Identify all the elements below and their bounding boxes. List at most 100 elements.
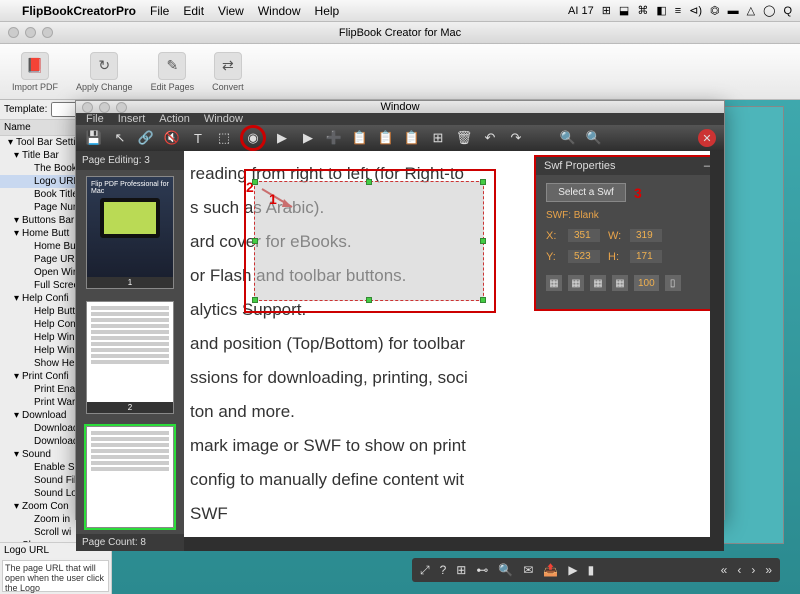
tray-flag-icon[interactable]: ▬ <box>728 5 739 17</box>
toolbar-button[interactable]: 🔇 <box>162 128 182 148</box>
editor-scrollbar-v[interactable] <box>710 151 724 551</box>
thumb-2[interactable]: 2 <box>86 301 174 414</box>
align-icon[interactable]: ▦ <box>612 275 628 291</box>
toolbar-button[interactable]: ⬚ <box>214 128 234 148</box>
swf-status: SWF: Blank <box>546 210 708 221</box>
tray-ai[interactable]: AI 17 <box>568 5 594 17</box>
toolbar-button[interactable]: 📋 <box>376 128 396 148</box>
editor-canvas[interactable]: reading from right to left (for Right-to… <box>184 151 724 551</box>
tray-icon[interactable]: △ <box>747 4 755 17</box>
mac-menubar: FlipBookCreatorPro File Edit View Window… <box>0 0 800 22</box>
swf-selection-box[interactable] <box>254 181 484 301</box>
swf-properties-panel: Swf Properties– Select a Swf3 SWF: Blank… <box>534 155 720 311</box>
stop-icon[interactable]: ▮ <box>588 563 595 577</box>
annotation-3: 3 <box>634 185 642 201</box>
toolbar-button[interactable]: 📋 <box>350 128 370 148</box>
toolbar-button[interactable]: 🔍 <box>584 128 604 148</box>
prop-h[interactable]: 171 <box>630 250 662 263</box>
editor-menu-action[interactable]: Action <box>159 113 190 125</box>
page-thumbnails-strip: Page Editing: 3 Flip PDF Professional fo… <box>76 151 184 551</box>
editor-titlebar[interactable]: Window <box>76 101 724 113</box>
tray-icon[interactable]: ◯ <box>763 4 775 17</box>
editor-menu-file[interactable]: File <box>86 113 104 125</box>
menu-view[interactable]: View <box>218 4 244 18</box>
toolbar-button[interactable]: ➕ <box>324 128 344 148</box>
ribbon-toolbar: 📕Import PDF ↻Apply Change ✎ Edit Pages ⇄ C… <box>0 44 800 100</box>
toolbar-button[interactable]: 📋 <box>402 128 422 148</box>
align-icon[interactable]: ▦ <box>546 275 562 291</box>
sound-icon[interactable]: ⊷ <box>476 563 488 577</box>
apply-change-button[interactable]: ↻Apply Change <box>76 52 133 92</box>
convert-icon: ⇄ <box>214 52 242 80</box>
prop-w[interactable]: 319 <box>630 229 662 242</box>
traffic-lights[interactable] <box>8 27 53 38</box>
toolbar-button[interactable]: ▶ <box>298 128 318 148</box>
menu-help[interactable]: Help <box>315 4 340 18</box>
window-title: FlipBook Creator for Mac <box>339 27 461 39</box>
prev-page-icon[interactable]: ‹ <box>737 563 741 577</box>
edit-icon: ✎ <box>158 52 186 80</box>
lock-icon[interactable]: ▯ <box>665 275 681 291</box>
toolbar-button[interactable]: T <box>188 128 208 148</box>
menu-window[interactable]: Window <box>258 4 301 18</box>
fullscreen-icon[interactable]: ⤢ <box>420 563 430 578</box>
menu-file[interactable]: File <box>150 4 169 18</box>
align-icon[interactable]: ▦ <box>568 275 584 291</box>
editor-toolbar: 💾 ↖ 🔗 🔇 T ⬚ ◉ ▶ ▶ ➕ 📋 📋 📋 ⊞ 🗑 ↶ ↷ 🔍 🔍 ✕ <box>76 125 724 151</box>
import-pdf-button[interactable]: 📕Import PDF <box>12 52 58 92</box>
toolbar-button[interactable]: 💾 <box>84 128 104 148</box>
tray-volume-icon[interactable]: ⊲) <box>689 4 702 17</box>
tray-icon[interactable]: ≡ <box>675 5 681 17</box>
tray-icon[interactable]: ◧ <box>656 4 666 17</box>
tray-icon[interactable]: ⬓ <box>619 4 629 17</box>
toolbar-close-icon[interactable]: ✕ <box>698 129 716 147</box>
align-icon[interactable]: ▦ <box>590 275 606 291</box>
toolbar-button[interactable]: ◉ <box>240 125 266 151</box>
toolbar-button[interactable]: ⊞ <box>428 128 448 148</box>
menu-edit[interactable]: Edit <box>183 4 204 18</box>
editor-menu-window[interactable]: Window <box>204 113 243 125</box>
template-label: Template: <box>4 104 47 115</box>
next-page-icon[interactable]: › <box>751 563 755 577</box>
edit-pages-button[interactable]: ✎ Edit Pages <box>151 52 195 92</box>
last-page-icon[interactable]: » <box>765 563 772 577</box>
tray-icon[interactable]: ⏣ <box>710 4 720 17</box>
app-name[interactable]: FlipBookCreatorPro <box>22 4 136 18</box>
toolbar-button[interactable] <box>532 128 552 148</box>
select-swf-button[interactable]: Select a Swf <box>546 183 626 202</box>
editor-scrollbar-h[interactable] <box>184 537 724 551</box>
prop-y[interactable]: 523 <box>568 250 600 263</box>
preview-controlbar: ⤢ ? ⊞ ⊷ 🔍 ✉ 📤 ▶ ▮ « ‹ › » <box>412 558 780 582</box>
thumb-3[interactable] <box>86 426 174 528</box>
pdf-icon: 📕 <box>21 52 49 80</box>
ribbon-label: Edit Pages <box>151 82 195 92</box>
toolbar-button[interactable]: 🔍 <box>558 128 578 148</box>
first-page-icon[interactable]: « <box>721 563 728 577</box>
depth-value[interactable]: 100 <box>634 275 659 291</box>
zoom-icon[interactable]: 🔍 <box>498 563 513 577</box>
share-icon[interactable]: 📤 <box>543 563 558 577</box>
toolbar-button[interactable]: ▶ <box>272 128 292 148</box>
tray-icons: AI 17 ⊞ ⬓ ⌘ ◧ ≡ ⊲) ⏣ ▬ △ ◯ Q <box>568 4 792 17</box>
tray-icon[interactable]: ⌘ <box>637 4 648 17</box>
prop-x[interactable]: 351 <box>568 229 600 242</box>
tray-icon[interactable]: ⊞ <box>602 4 611 17</box>
toolbar-button[interactable]: ↖ <box>110 128 130 148</box>
toolbar-button[interactable]: ↶ <box>480 128 500 148</box>
toolbar-button[interactable]: 🗑 <box>454 128 474 148</box>
toolbar-button[interactable]: 🔗 <box>136 128 156 148</box>
thumb-title: Flip PDF Professional for Mac <box>91 181 169 195</box>
tray-spotlight-icon[interactable]: Q <box>783 5 792 17</box>
help-icon[interactable]: ? <box>440 563 447 577</box>
annotation-1: 1 <box>269 191 277 207</box>
page-editor-window: Window File Insert Action Window 💾 ↖ 🔗 🔇 T ⬚ ◉… <box>75 100 725 520</box>
convert-button[interactable]: ⇄ Convert <box>212 52 244 92</box>
editor-menu-insert[interactable]: Insert <box>118 113 146 125</box>
mail-icon[interactable]: ✉ <box>523 563 533 577</box>
props-title: Swf Properties <box>544 160 616 172</box>
play-icon[interactable]: ▶ <box>568 563 577 577</box>
thumb-1[interactable]: Flip PDF Professional for Mac 1 <box>86 176 174 289</box>
toolbar-button[interactable]: ↷ <box>506 128 526 148</box>
ribbon-label: Convert <box>212 82 244 92</box>
thumbnails-icon[interactable]: ⊞ <box>456 563 466 577</box>
